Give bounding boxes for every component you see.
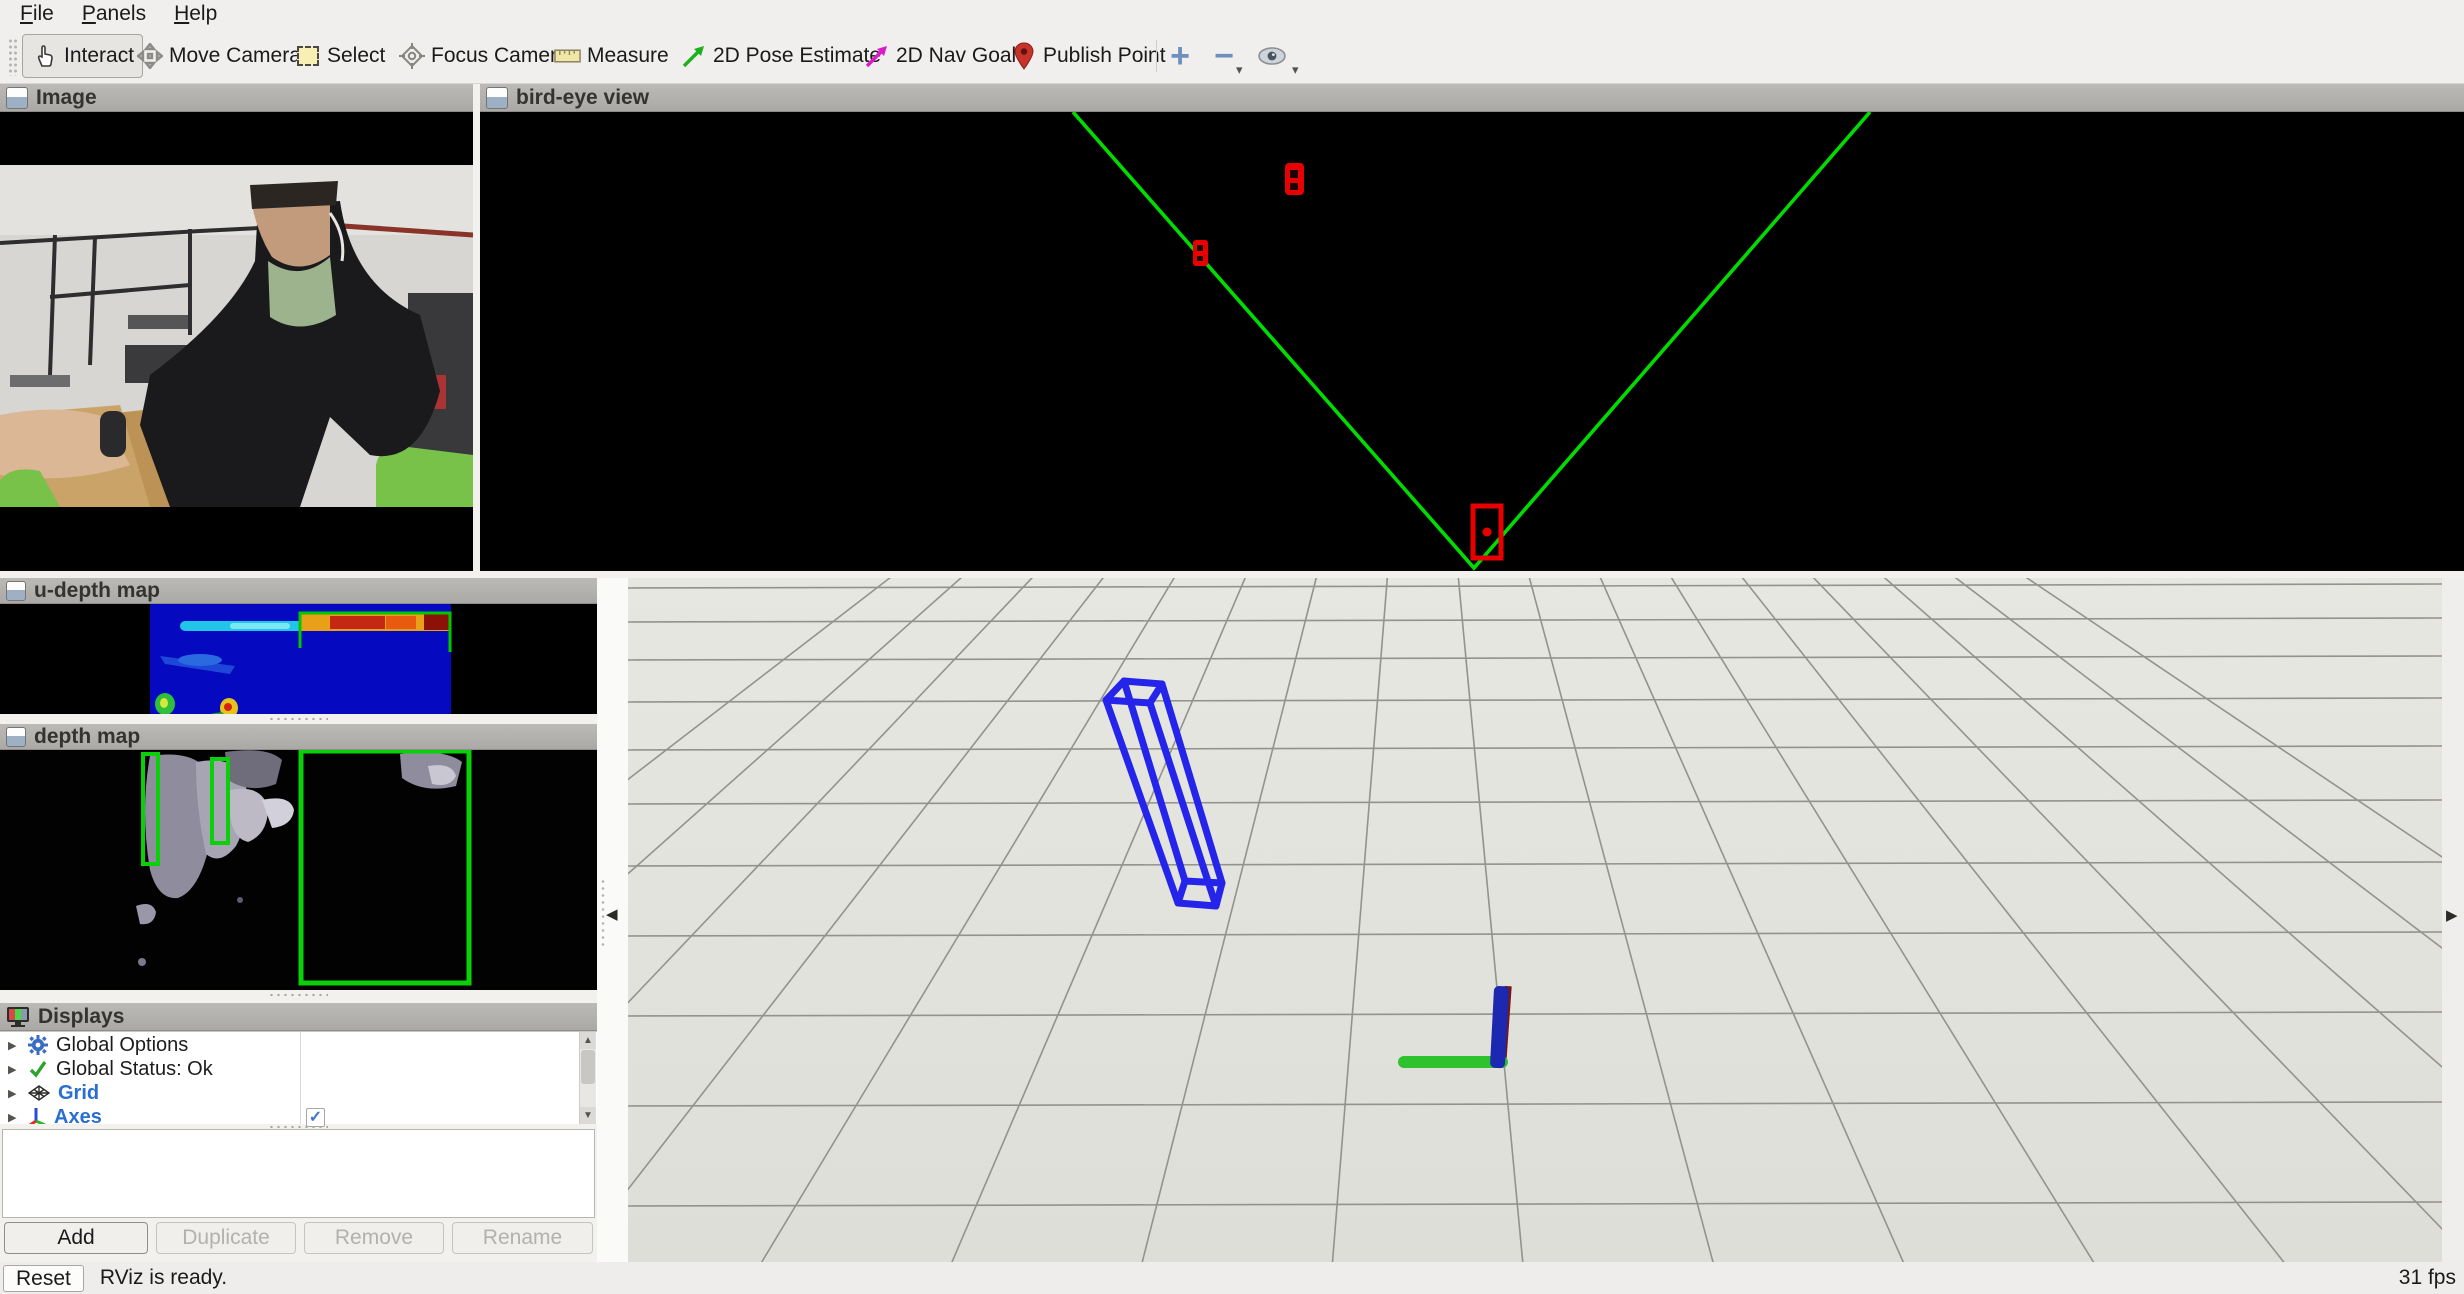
tool-2d-nav-goal[interactable]: 2D Nav Goal xyxy=(855,34,1024,78)
zoom-dropdown-arrow[interactable]: ▾ xyxy=(1236,62,1243,78)
right-edge-strip: ▶ xyxy=(2442,578,2464,1262)
crosshair-icon xyxy=(398,43,425,70)
toolbar-drag-handle[interactable] xyxy=(8,38,18,76)
expand-arrow-icon[interactable]: ▶ xyxy=(8,1063,20,1076)
udepth-panel-header[interactable]: u-depth map xyxy=(0,578,597,604)
scroll-up-icon[interactable]: ▲ xyxy=(580,1032,596,1049)
grid-icon xyxy=(28,1085,50,1101)
axes-icon xyxy=(28,1107,46,1124)
depth-panel-title: depth map xyxy=(34,725,140,749)
menu-file[interactable]: File xyxy=(6,1,68,27)
status-check-icon xyxy=(28,1059,48,1079)
udepth-panel: u-depth map x xyxy=(0,578,597,714)
move-arrows-icon xyxy=(136,43,163,70)
toolbar-separator xyxy=(1156,40,1157,72)
collapse-left-icon[interactable]: ◀ xyxy=(606,905,618,923)
tree-row-global-status[interactable]: ▶ Global Status: Ok xyxy=(0,1057,580,1081)
expand-arrow-icon[interactable]: ▶ xyxy=(8,1087,20,1100)
3d-viewport[interactable] xyxy=(628,578,2442,1262)
tree-row-global-options[interactable]: ▶ Global Options xyxy=(0,1033,580,1057)
letterbox-bottom xyxy=(0,507,473,571)
udepth-panel-icon xyxy=(6,581,26,601)
depth-panel-icon xyxy=(6,727,26,747)
splitter-grip[interactable] xyxy=(601,878,605,948)
depth-panel-header[interactable]: depth map xyxy=(0,724,597,750)
scroll-down-icon[interactable]: ▼ xyxy=(580,1107,596,1124)
fps-counter: 31 fps xyxy=(2399,1266,2456,1290)
menu-bar: File Panels Help xyxy=(0,0,2464,28)
detection-box xyxy=(1285,163,1304,195)
image-panel-icon xyxy=(6,87,28,109)
ruler-icon xyxy=(554,43,581,70)
detection-box xyxy=(1193,240,1208,266)
displays-panel-header[interactable]: Displays xyxy=(0,1003,597,1031)
birdeye-canvas[interactable] xyxy=(480,112,2464,571)
property-area xyxy=(2,1129,595,1218)
image-panel-header[interactable]: Image xyxy=(0,84,473,112)
image-panel-title: Image xyxy=(36,86,97,110)
eye-dropdown-arrow[interactable]: ▾ xyxy=(1292,62,1299,78)
axes-checkbox[interactable]: ✓ xyxy=(306,1108,325,1127)
depth-canvas xyxy=(0,750,597,990)
scrollbar-thumb[interactable] xyxy=(581,1050,595,1084)
tool-interact[interactable]: Interact xyxy=(22,34,143,78)
map-pin-icon xyxy=(1010,43,1037,70)
duplicate-button[interactable]: Duplicate xyxy=(156,1222,296,1254)
tool-measure[interactable]: Measure xyxy=(546,34,677,78)
green-arrow-icon xyxy=(680,43,707,70)
birdeye-panel: bird-eye view x xyxy=(480,84,2464,571)
camera-image xyxy=(0,165,473,507)
displays-panel: Displays x xyxy=(0,1003,597,1031)
tool-publish-point[interactable]: Publish Point xyxy=(1002,34,1174,78)
displays-panel-icon xyxy=(6,1006,30,1028)
letterbox-top xyxy=(0,112,473,165)
reset-button[interactable]: Reset xyxy=(3,1265,84,1292)
displays-tree: ▶ Global Options ▶ Global Status: Ok ▶ G… xyxy=(0,1031,597,1124)
expand-right-icon[interactable]: ▶ xyxy=(2446,906,2458,924)
expand-arrow-icon[interactable]: ▶ xyxy=(8,1111,20,1124)
zoom-in-icon[interactable]: + xyxy=(1160,36,1200,76)
add-button[interactable]: Add xyxy=(4,1222,148,1254)
status-bar: Reset RViz is ready. 31 fps xyxy=(0,1262,2464,1294)
udepth-canvas xyxy=(0,604,597,714)
ground-grid xyxy=(628,578,2442,1262)
birdeye-panel-icon xyxy=(486,87,508,109)
magenta-arrow-icon xyxy=(863,43,890,70)
birdeye-panel-header[interactable]: bird-eye view xyxy=(480,84,2464,112)
wireframe-box xyxy=(1106,681,1222,906)
tool-move-camera[interactable]: Move Camera xyxy=(128,34,309,78)
menu-panels[interactable]: Panels xyxy=(68,1,160,27)
rename-button[interactable]: Rename xyxy=(452,1222,593,1254)
axes-marker xyxy=(1398,986,1512,1069)
gear-icon xyxy=(28,1035,48,1055)
depth-panel: depth map x xyxy=(0,724,597,990)
selection-box-icon xyxy=(294,43,321,70)
vertical-splitter[interactable]: ◀ xyxy=(597,578,628,1262)
hand-cursor-icon xyxy=(31,43,58,70)
remove-button[interactable]: Remove xyxy=(304,1222,444,1254)
status-message: RViz is ready. xyxy=(100,1266,227,1290)
tree-row-grid[interactable]: ▶ Grid xyxy=(0,1081,580,1105)
displays-buttons: Add Duplicate Remove Rename xyxy=(0,1222,597,1254)
splitter-grip[interactable] xyxy=(268,716,328,722)
menu-help[interactable]: Help xyxy=(160,1,231,27)
expand-arrow-icon[interactable]: ▶ xyxy=(8,1039,20,1052)
displays-panel-title: Displays xyxy=(38,1005,124,1029)
udepth-panel-title: u-depth map xyxy=(34,579,160,603)
tree-row-axes[interactable]: ▶ Axes xyxy=(0,1105,580,1124)
toolbar: Interact Move Camera Select Focus Camera… xyxy=(0,28,2464,84)
visibility-eye-icon[interactable] xyxy=(1252,36,1292,76)
splitter-grip[interactable] xyxy=(268,992,328,998)
image-panel: Image x xyxy=(0,84,473,571)
birdeye-panel-title: bird-eye view xyxy=(516,86,649,110)
tool-select[interactable]: Select xyxy=(286,34,393,78)
tree-scrollbar[interactable]: ▲ ▼ xyxy=(579,1032,596,1124)
